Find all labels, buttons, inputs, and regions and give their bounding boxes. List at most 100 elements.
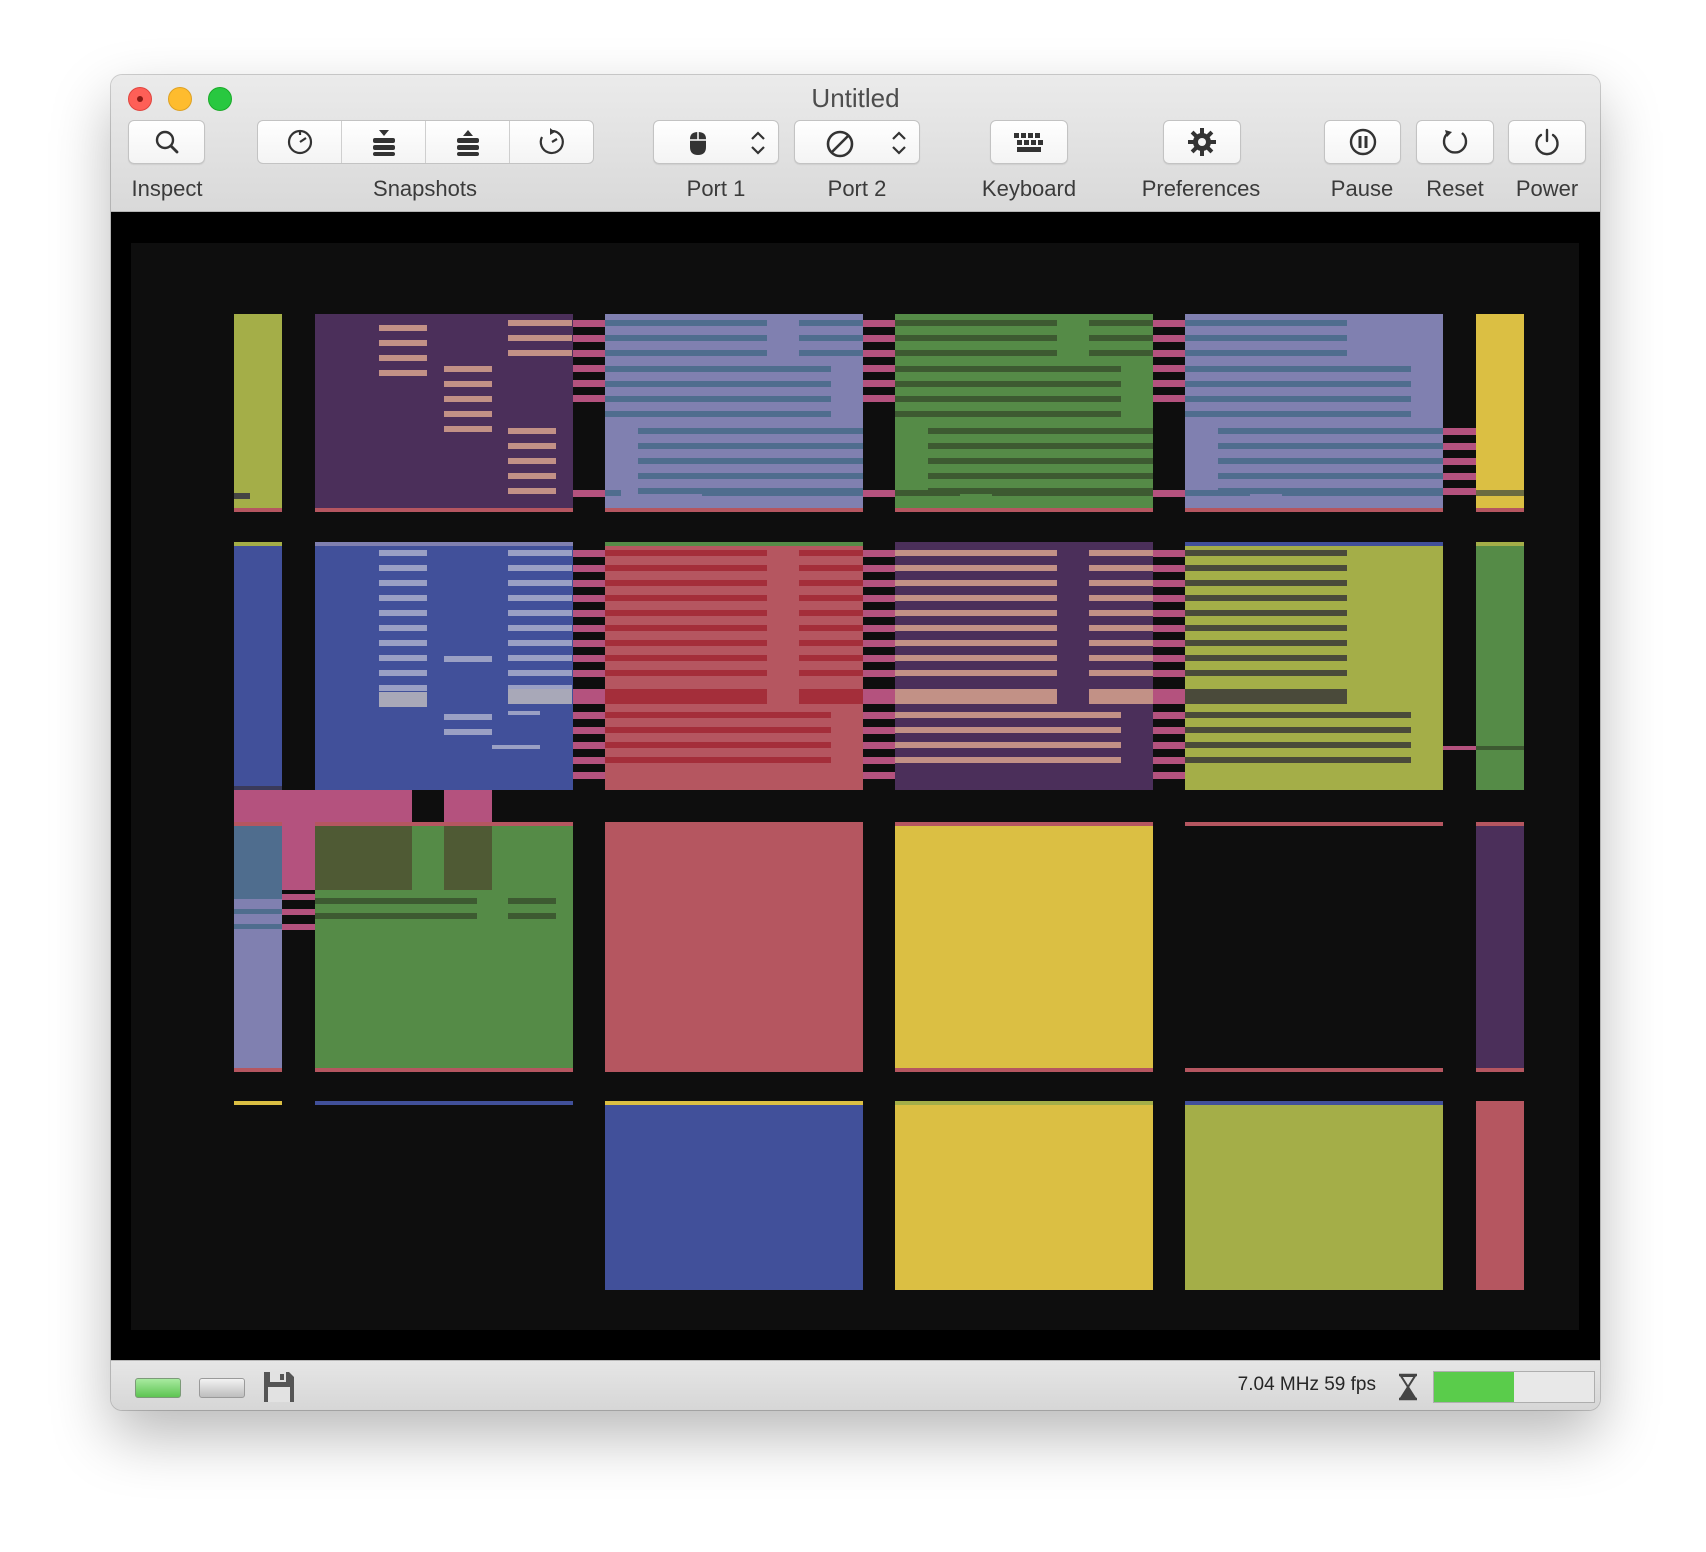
inspect-button[interactable] (128, 120, 205, 164)
screen-block (234, 822, 282, 826)
screen-block (895, 595, 1057, 601)
screen-block (1443, 458, 1476, 465)
floppy-disk-icon[interactable] (262, 1370, 296, 1404)
screen-block (282, 924, 315, 930)
emulator-screen-area[interactable] (131, 243, 1579, 1330)
reset-label: Reset (1426, 176, 1484, 201)
screen-block (1476, 1101, 1524, 1290)
screen-block (573, 335, 605, 342)
screen-block (573, 580, 605, 587)
hourglass-icon[interactable] (1397, 1373, 1419, 1401)
screen-block (315, 508, 573, 512)
screen-block (1089, 350, 1153, 356)
screen-block (573, 610, 605, 617)
screen-block (573, 365, 605, 372)
reset-button[interactable] (1416, 120, 1494, 164)
toolbar: Untitled Inspect Snapshots Port 1 Port 2… (111, 75, 1600, 212)
screen-block (1089, 550, 1153, 556)
port2-popup[interactable] (794, 120, 920, 164)
screen-block (1153, 350, 1185, 357)
screen-block (895, 610, 1057, 616)
screen-block (379, 640, 427, 646)
screen-block (1185, 670, 1347, 676)
screen-block (1476, 542, 1524, 546)
keyboard-button[interactable] (990, 120, 1068, 164)
pause-button[interactable] (1324, 120, 1401, 164)
snapshot-take-button[interactable] (258, 121, 342, 163)
screen-block (508, 595, 572, 601)
power-button[interactable] (1508, 120, 1586, 164)
screen-block (1443, 443, 1476, 450)
screen-block (234, 546, 282, 790)
screen-block (895, 335, 1057, 341)
screen-block (1089, 640, 1153, 646)
screen-block (1089, 335, 1153, 341)
screen-block (282, 894, 315, 900)
screen-block (895, 826, 1153, 1072)
screen-block (895, 1105, 1153, 1290)
screen-block (928, 443, 1153, 449)
screen-block (1185, 610, 1347, 616)
screen-block (1089, 625, 1153, 631)
screen-block (508, 689, 572, 704)
screen-block (1185, 366, 1411, 372)
screen-block (605, 1101, 863, 1105)
screen-block (638, 473, 863, 479)
screen-block (573, 395, 605, 402)
screen-block (863, 380, 895, 387)
gear-icon (1188, 128, 1216, 156)
screen-block (1153, 727, 1185, 734)
emulator-display[interactable] (111, 212, 1600, 1360)
screen-block (1153, 610, 1185, 617)
screen-block (444, 790, 492, 822)
screen-block (234, 826, 282, 894)
screen-block (379, 355, 427, 361)
screen-block (1153, 365, 1185, 372)
mouse-icon (690, 132, 706, 155)
screen-block (379, 325, 427, 331)
inspect-label: Inspect (131, 176, 203, 201)
screen-block (895, 822, 1153, 826)
screen-block (799, 350, 863, 356)
screen-block (605, 712, 831, 718)
screen-block (863, 610, 895, 617)
screen-block (1153, 395, 1185, 402)
screen-block (1185, 640, 1347, 646)
screen-block (315, 1068, 573, 1072)
screen-block (863, 335, 895, 342)
screen-block (605, 640, 767, 646)
screen-block (379, 580, 427, 586)
port1-popup[interactable] (653, 120, 779, 164)
snapshot-load-button[interactable] (426, 121, 510, 163)
screen-block (863, 655, 895, 662)
screen-block (1185, 396, 1411, 402)
screen-block (1282, 490, 1443, 496)
screen-block (895, 508, 1153, 512)
screen-block (1476, 1068, 1524, 1072)
screen-block (573, 757, 605, 764)
chevron-up-down-icon (892, 131, 906, 155)
screen-block (1185, 320, 1347, 326)
screen-block (234, 894, 282, 899)
screen-block (234, 786, 282, 790)
preferences-button[interactable] (1163, 120, 1241, 164)
screen-block (1089, 689, 1153, 704)
screen-block (1153, 580, 1185, 587)
screen-block (863, 712, 895, 719)
screen-block (234, 493, 250, 499)
emulator-graphics (234, 314, 1524, 1290)
snapshot-save-button[interactable] (342, 121, 426, 163)
screen-block (1476, 508, 1524, 512)
screen-block (863, 365, 895, 372)
screen-block (928, 428, 1153, 434)
screen-block (895, 757, 1121, 763)
snapshot-restore-button[interactable] (510, 121, 593, 163)
screen-block (799, 565, 863, 571)
screen-block (508, 640, 572, 646)
drive-led-on-icon[interactable] (135, 1378, 181, 1398)
drive-led-off-icon[interactable] (199, 1378, 245, 1398)
screen-block (315, 913, 477, 919)
screen-block (895, 727, 1121, 733)
preferences-label: Preferences (1141, 176, 1261, 201)
screen-block (379, 340, 427, 346)
